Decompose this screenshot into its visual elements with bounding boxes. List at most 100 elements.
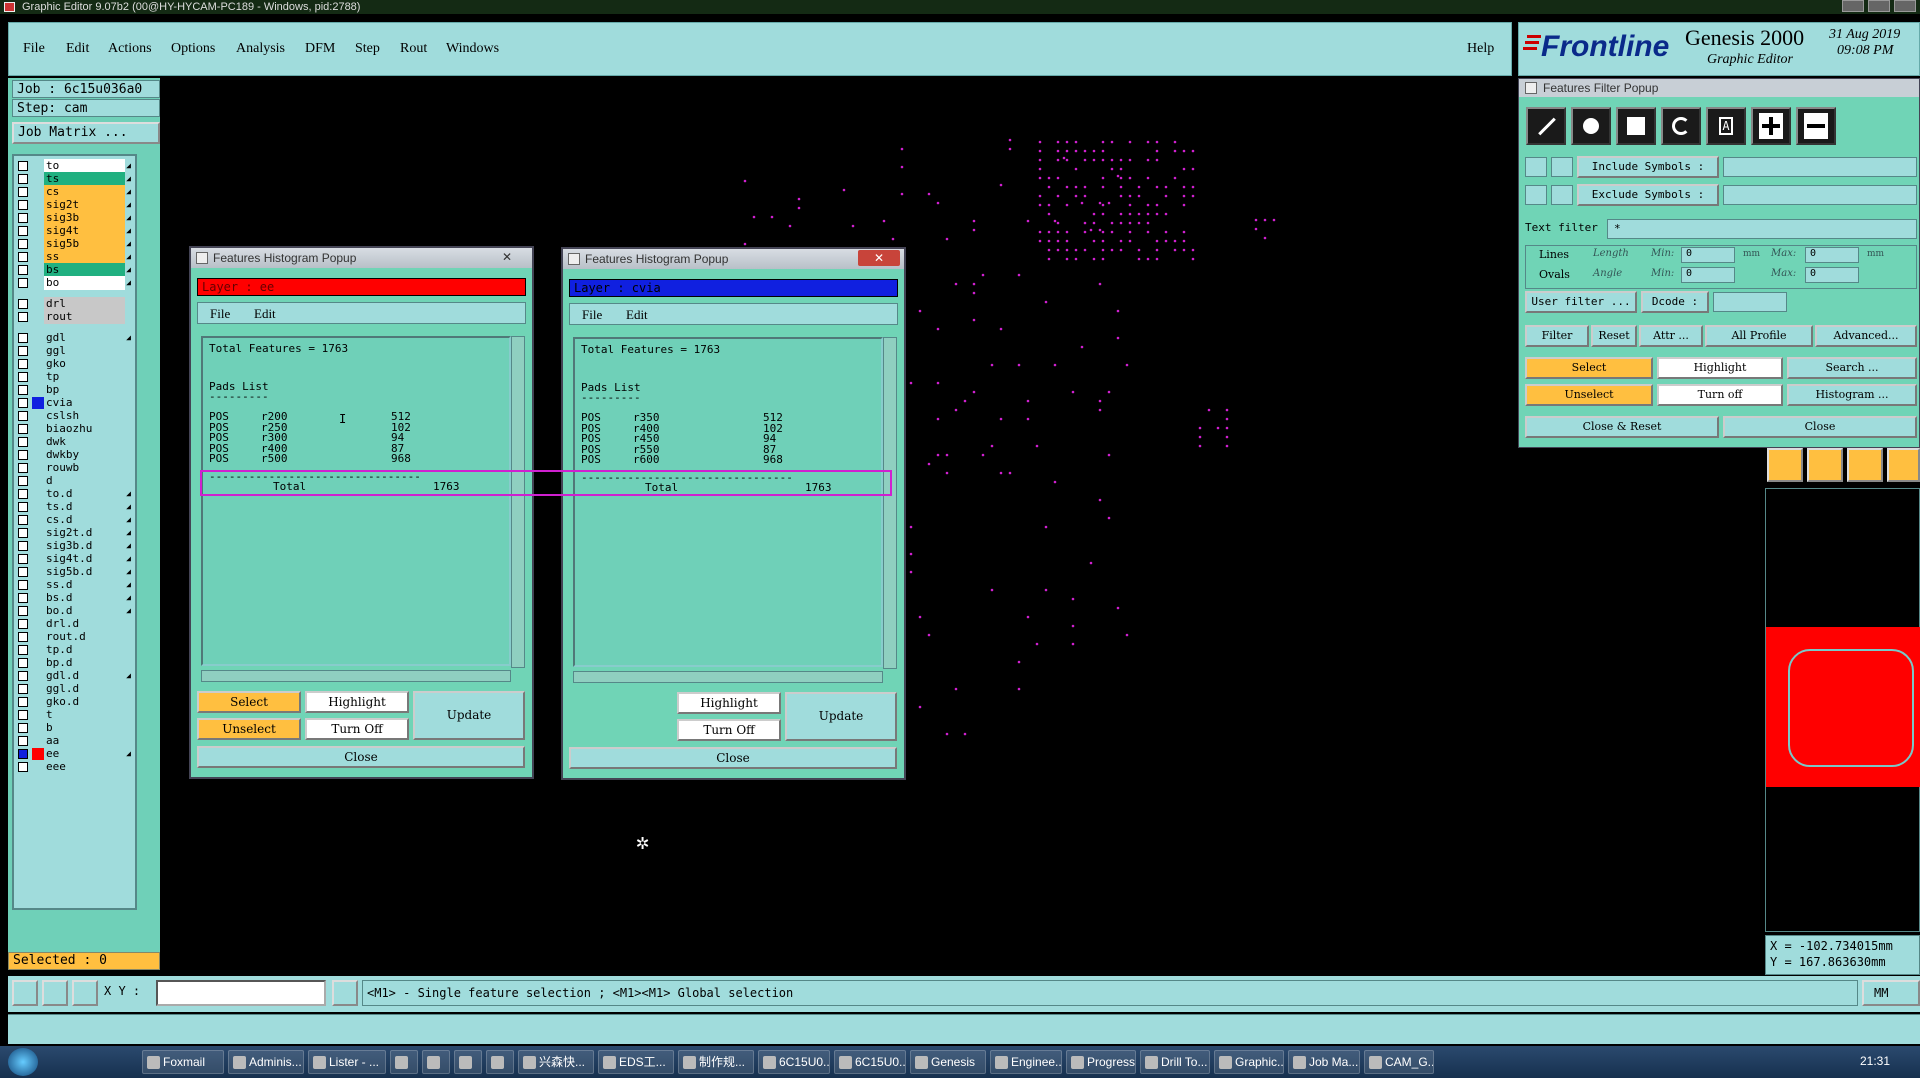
taskbar-item[interactable]: EDS工...: [598, 1050, 674, 1074]
popup-menu-edit[interactable]: Edit: [626, 307, 648, 323]
layer-checkbox[interactable]: [18, 736, 28, 746]
layer-checkbox[interactable]: [18, 645, 28, 655]
layer-checkbox[interactable]: [18, 697, 28, 707]
filter-close-button[interactable]: Close: [1723, 416, 1917, 438]
reset-button[interactable]: Reset: [1591, 325, 1637, 347]
include-list-icon[interactable]: [1551, 157, 1573, 177]
layer-checkbox[interactable]: [18, 226, 28, 236]
taskbar-item[interactable]: Job Ma...: [1288, 1050, 1360, 1074]
lines-checkbox[interactable]: Lines: [1539, 248, 1569, 261]
filter-histogram-button[interactable]: Histogram ...: [1787, 384, 1917, 406]
layer-checkbox[interactable]: [18, 213, 28, 223]
taskbar-item[interactable]: [390, 1050, 418, 1074]
layer-checkbox[interactable]: [18, 632, 28, 642]
taskbar-item[interactable]: Progress: [1066, 1050, 1136, 1074]
attr-button[interactable]: Attr ...: [1639, 325, 1703, 347]
layer-checkbox[interactable]: [18, 723, 28, 733]
filter-search-button[interactable]: Search ...: [1787, 357, 1917, 379]
arc-tool-icon[interactable]: [1661, 107, 1701, 145]
filter-toggle[interactable]: Filter: [1525, 325, 1589, 347]
filter-select-button[interactable]: Select: [1525, 357, 1653, 379]
popup-menu-file[interactable]: File: [582, 307, 602, 323]
layer-checkbox[interactable]: [18, 593, 28, 603]
turn-off-button[interactable]: Turn Off: [677, 719, 781, 741]
user-filter-button[interactable]: User filter ...: [1525, 291, 1637, 313]
text-filter-input[interactable]: *: [1607, 219, 1917, 239]
menu-step[interactable]: Step: [355, 41, 380, 57]
menu-edit[interactable]: Edit: [66, 41, 89, 57]
layer-checkbox[interactable]: [18, 684, 28, 694]
layer-checkbox[interactable]: [18, 528, 28, 538]
layer-checkbox[interactable]: [18, 200, 28, 210]
layer-checkbox[interactable]: [18, 541, 28, 551]
exclude-symbols-input[interactable]: [1723, 185, 1917, 205]
select-button[interactable]: Select: [197, 691, 301, 713]
layer-checkbox[interactable]: [18, 619, 28, 629]
length-max-input[interactable]: 0: [1805, 247, 1859, 263]
layer-checkbox[interactable]: [18, 187, 28, 197]
select-tool-icon[interactable]: [1807, 448, 1843, 482]
taskbar-item[interactable]: Graphic...: [1214, 1050, 1284, 1074]
menu-file[interactable]: File: [23, 41, 45, 57]
measure-icon[interactable]: [42, 980, 68, 1006]
horizontal-scrollbar[interactable]: [201, 670, 511, 682]
update-button[interactable]: Update: [785, 692, 897, 741]
dcode-input[interactable]: [1713, 292, 1787, 312]
vertical-scrollbar[interactable]: [511, 336, 525, 668]
layer-checkbox[interactable]: [18, 265, 28, 275]
info-icon[interactable]: [332, 980, 358, 1006]
include-symbols-input[interactable]: [1723, 157, 1917, 177]
layer-checkbox[interactable]: [18, 437, 28, 447]
layer-checkbox[interactable]: [18, 424, 28, 434]
layer-checkbox[interactable]: [18, 372, 28, 382]
angle-max-input[interactable]: 0: [1805, 267, 1859, 283]
taskbar-item[interactable]: [454, 1050, 482, 1074]
grid-icon[interactable]: [72, 980, 98, 1006]
layer-row[interactable]: rout: [14, 309, 135, 325]
layer-checkbox[interactable]: [18, 658, 28, 668]
menu-rout[interactable]: Rout: [400, 41, 427, 57]
maximize-button[interactable]: [1868, 0, 1890, 12]
pointer-tool-icon[interactable]: [1767, 448, 1803, 482]
layer-name[interactable]: eee: [44, 760, 125, 774]
close-reset-button[interactable]: Close & Reset: [1525, 416, 1719, 438]
layer-checkbox[interactable]: [18, 762, 28, 772]
surface-tool-icon[interactable]: [1616, 107, 1656, 145]
layer-checkbox[interactable]: [18, 333, 28, 343]
layer-checkbox[interactable]: [18, 398, 28, 408]
layer-checkbox[interactable]: [18, 239, 28, 249]
popup-menu-edit[interactable]: Edit: [254, 306, 276, 322]
layer-checkbox[interactable]: [18, 671, 28, 681]
unselect-button[interactable]: Unselect: [197, 718, 301, 740]
taskbar-item[interactable]: Foxmail: [142, 1050, 224, 1074]
taskbar-item[interactable]: Drill To...: [1140, 1050, 1210, 1074]
filter-highlight-button[interactable]: Highlight: [1657, 357, 1783, 379]
layer-checkbox[interactable]: [18, 385, 28, 395]
start-button[interactable]: [8, 1048, 38, 1076]
layer-checkbox[interactable]: [18, 606, 28, 616]
layer-checkbox[interactable]: [18, 252, 28, 262]
layer-name[interactable]: bo: [44, 276, 125, 290]
advanced-button[interactable]: Advanced...: [1815, 325, 1917, 347]
taskbar-item[interactable]: 制作规...: [678, 1050, 754, 1074]
menu-windows[interactable]: Windows: [446, 41, 499, 57]
layer-checkbox[interactable]: [18, 749, 28, 759]
close-button[interactable]: [1894, 0, 1916, 12]
text-tool-icon[interactable]: A: [1706, 107, 1746, 145]
filter-unselect-button[interactable]: Unselect: [1525, 384, 1653, 406]
layer-checkbox[interactable]: [18, 463, 28, 473]
menu-dfm[interactable]: DFM: [305, 41, 335, 57]
measure-tool-icon[interactable]: [1847, 448, 1883, 482]
highlight-button[interactable]: Highlight: [305, 691, 409, 713]
pad-tool-icon[interactable]: [1571, 107, 1611, 145]
taskbar-item[interactable]: Lister - ...: [308, 1050, 386, 1074]
taskbar-item[interactable]: Enginee...: [990, 1050, 1062, 1074]
taskbar-item[interactable]: 6C15U0...: [834, 1050, 906, 1074]
exclude-pick-icon[interactable]: [1525, 185, 1547, 205]
line-tool-icon[interactable]: [1526, 107, 1566, 145]
positive-polarity-icon[interactable]: [1751, 107, 1791, 145]
layer-checkbox[interactable]: [18, 299, 28, 309]
horizontal-scrollbar[interactable]: [573, 671, 883, 683]
angle-min-input[interactable]: 0: [1681, 267, 1735, 283]
layer-checkbox[interactable]: [18, 580, 28, 590]
